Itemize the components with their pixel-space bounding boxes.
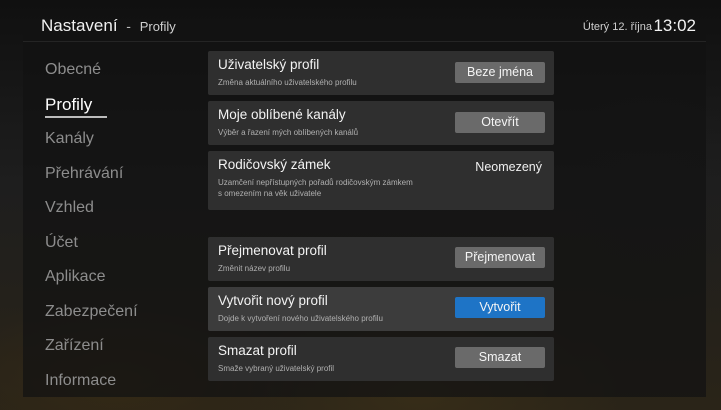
parental-lock-row[interactable]: Rodičovský zámek Uzamčení nepřístupných … <box>208 151 554 210</box>
create-profile-row[interactable]: Vytvořit nový profil Dojde k vytvoření n… <box>208 287 554 331</box>
row-description: Výběr a řazení mých oblíbených kanálů <box>218 128 359 137</box>
row-description: Smaže vybraný uživatelský profil <box>218 364 335 373</box>
nav-item-zarizeni[interactable]: Zařízení <box>45 329 195 364</box>
rename-button[interactable]: Přejmenovat <box>455 247 545 268</box>
clock: 13:02 <box>653 16 696 35</box>
nav-item-informace[interactable]: Informace <box>45 364 195 399</box>
row-description: Uzamčení nepřístupných pořadů rodičovský… <box>218 178 413 198</box>
header-bar: Nastavení - Profily Úterý 12. října 13:0… <box>23 11 706 42</box>
date-label: Úterý 12. října <box>582 21 652 33</box>
nav-item-aplikace[interactable]: Aplikace <box>45 260 195 295</box>
row-title: Smazat profil <box>218 343 297 358</box>
profile-select-button[interactable]: Beze jména <box>455 62 545 83</box>
nav-item-ucet[interactable]: Účet <box>45 226 195 261</box>
row-title: Vytvořit nový profil <box>218 293 328 308</box>
nav-item-profily[interactable]: Profily <box>45 88 195 123</box>
title-separator: - <box>126 18 131 34</box>
nav-item-zabezpeceni[interactable]: Zabezpečení <box>45 295 195 330</box>
open-button[interactable]: Otevřít <box>455 112 545 133</box>
page-subtitle: Profily <box>139 19 176 34</box>
title-text: Nastavení <box>41 16 118 35</box>
row-description: Změnit název profilu <box>218 264 291 273</box>
page-title: Nastavení - Profily <box>41 16 176 36</box>
user-profile-row[interactable]: Uživatelský profil Změna aktuálního uživ… <box>208 51 554 95</box>
row-title: Přejmenovat profil <box>218 243 327 258</box>
row-title: Moje oblíbené kanály <box>218 107 346 122</box>
nav-item-kanaly[interactable]: Kanály <box>45 122 195 157</box>
create-button[interactable]: Vytvořit <box>455 297 545 318</box>
delete-profile-row[interactable]: Smazat profil Smaže vybraný uživatelský … <box>208 337 554 381</box>
settings-window: Nastavení - Profily Úterý 12. října 13:0… <box>23 11 706 397</box>
delete-button[interactable]: Smazat <box>455 347 545 368</box>
row-title: Uživatelský profil <box>218 57 320 72</box>
rename-profile-row[interactable]: Přejmenovat profil Změnit název profilu … <box>208 237 554 281</box>
parental-lock-value: Neomezený <box>475 160 542 174</box>
nav-item-prehravani[interactable]: Přehrávání <box>45 157 195 192</box>
nav-item-obecne[interactable]: Obecné <box>45 53 195 88</box>
favorite-channels-row[interactable]: Moje oblíbené kanály Výběr a řazení mých… <box>208 101 554 145</box>
nav-item-vzhled[interactable]: Vzhled <box>45 191 195 226</box>
settings-nav: Obecné Profily Kanály Přehrávání Vzhled … <box>45 53 195 398</box>
row-description: Změna aktuálního uživatelského profilu <box>218 78 357 87</box>
row-description: Dojde k vytvoření nového uživatelského p… <box>218 314 383 323</box>
row-title: Rodičovský zámek <box>218 157 331 172</box>
